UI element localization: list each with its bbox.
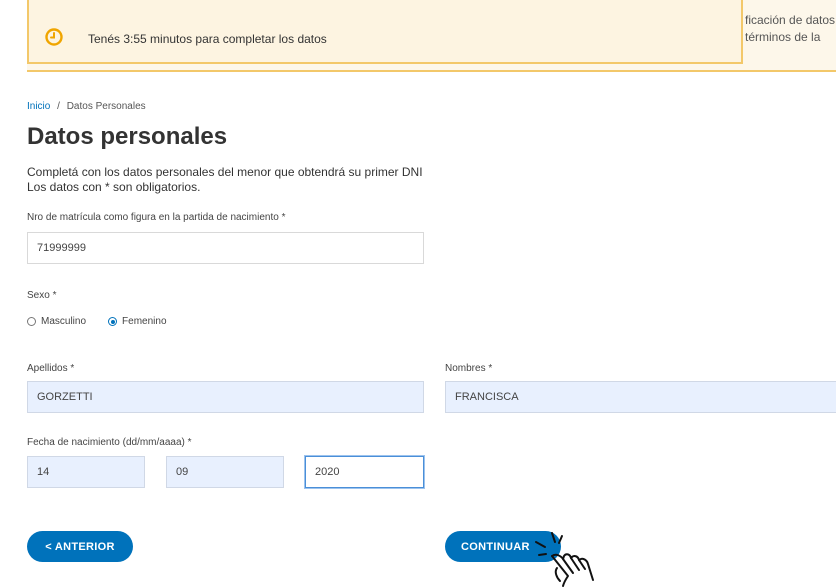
matricula-label: Nro de matrícula como figura en la parti…: [27, 212, 286, 223]
sexo-radio-group: Masculino Femenino: [27, 316, 167, 327]
fecha-month-input[interactable]: [166, 456, 284, 488]
fecha-day-input[interactable]: [27, 456, 145, 488]
nombres-label: Nombres *: [445, 363, 493, 374]
breadcrumb-current: Datos Personales: [66, 101, 146, 112]
hand-pointer-icon: [535, 532, 594, 587]
page-description: Completá con los datos personales del me…: [27, 165, 423, 194]
page-title: Datos personales: [27, 123, 228, 150]
apellidos-label: Apellidos *: [27, 363, 75, 374]
radio-femenino-circle[interactable]: [108, 317, 118, 326]
anterior-button[interactable]: < ANTERIOR: [27, 531, 133, 562]
breadcrumb-separator: /: [57, 101, 60, 112]
nombres-input[interactable]: [445, 381, 836, 413]
fecha-label: Fecha de nacimiento (dd/mm/aaaa) *: [27, 437, 192, 448]
clock-icon: [45, 28, 63, 46]
radio-masculino[interactable]: Masculino: [27, 316, 86, 327]
radio-femenino[interactable]: Femenino: [108, 316, 167, 327]
breadcrumb-home-link[interactable]: Inicio: [27, 101, 50, 112]
fecha-year-input[interactable]: [305, 456, 424, 488]
breadcrumb: Inicio / Datos Personales: [27, 101, 146, 112]
timer-text: Tenés 3:55 minutos para completar los da…: [88, 32, 327, 46]
radio-masculino-circle[interactable]: [27, 317, 36, 326]
matricula-input[interactable]: [27, 232, 424, 264]
banner-background-text: ficación de datos términos de la: [745, 13, 836, 44]
sexo-label: Sexo *: [27, 290, 57, 301]
apellidos-input[interactable]: [27, 381, 424, 413]
